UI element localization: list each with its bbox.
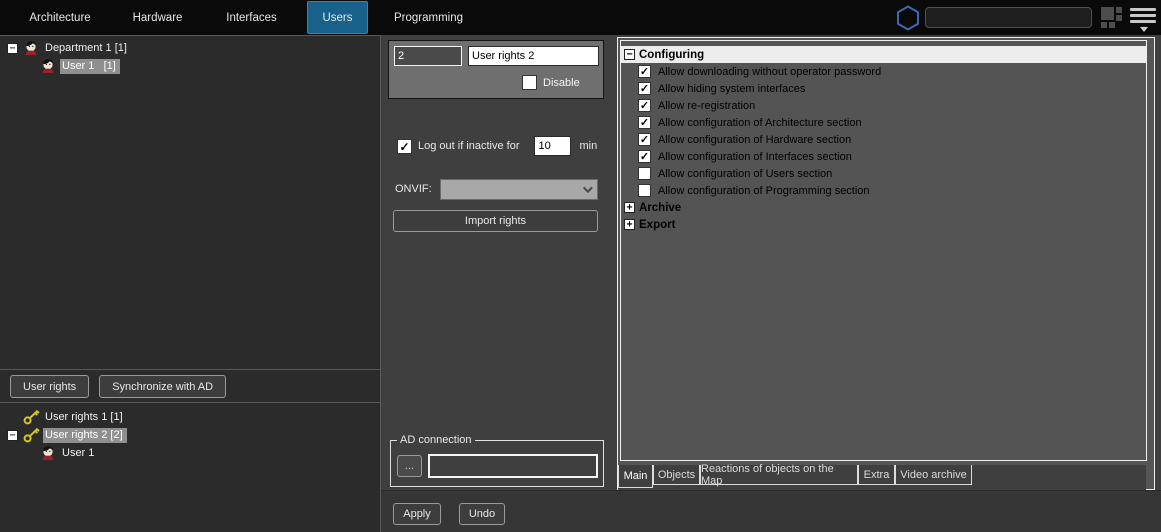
tree-item[interactable]: User 1 [1] (0, 57, 380, 75)
object-header-box: Disable (388, 40, 604, 99)
rights-tab-main[interactable]: Main (618, 465, 653, 488)
permission-group-row[interactable]: −Configuring (621, 46, 1146, 63)
apply-button[interactable]: Apply (393, 503, 441, 525)
permission-checkbox[interactable]: ✓ (638, 99, 651, 112)
nav-tab-hardware[interactable]: Hardware (115, 0, 200, 35)
synchronize-with-ad-button[interactable]: Synchronize with AD (99, 375, 226, 398)
collapse-icon[interactable]: − (7, 43, 18, 54)
permission-checkbox[interactable]: ✓ (638, 150, 651, 163)
permission-label: Allow configuration of Interfaces sectio… (658, 151, 852, 163)
permission-row[interactable]: ✓ Allow hiding system interfaces (621, 80, 1146, 97)
rights-tab-reactions-of-objects-on-the-map[interactable]: Reactions of objects on the Map (700, 465, 858, 485)
permission-row[interactable]: ✓ Allow re-registration (621, 97, 1146, 114)
permission-label: Allow configuration of Users section (658, 168, 832, 180)
permission-group-row[interactable]: + Export (621, 216, 1146, 233)
user-icon (40, 445, 57, 461)
expand-icon[interactable]: + (624, 219, 635, 230)
ad-connection-label: AD connection (397, 434, 475, 446)
department-icon (23, 40, 40, 56)
permission-label: Allow configuration of Hardware section (658, 134, 851, 146)
permission-label: Allow configuration of Programming secti… (658, 185, 870, 197)
permission-group-label: Configuring (639, 49, 704, 61)
permissions-tree: −Configuring ✓ Allow downloading without o… (620, 40, 1147, 461)
undo-button[interactable]: Undo (459, 503, 505, 525)
rights-tab-objects[interactable]: Objects (653, 465, 700, 485)
permission-label: Allow re-registration (658, 100, 755, 112)
rights-tab-strip: MainObjectsReactions of objects on the M… (618, 465, 1146, 490)
nav-tab-architecture[interactable]: Architecture (16, 0, 104, 35)
permission-row[interactable]: ✓ Allow configuration of Architecture sec… (621, 114, 1146, 131)
minutes-unit-label: min (580, 140, 598, 152)
onvif-label: ONVIF: (395, 183, 432, 195)
collapse-icon[interactable]: − (7, 430, 18, 441)
nav-tab-programming[interactable]: Programming (383, 0, 474, 35)
permission-group-label: Archive (639, 202, 681, 214)
user-rights-button[interactable]: User rights (10, 375, 89, 398)
tree-item[interactable]: User 1 (0, 444, 380, 462)
object-name-field[interactable] (468, 46, 599, 66)
app-logo-hexagon-icon (895, 5, 921, 31)
tree-item[interactable]: − Department 1 [1] (0, 39, 380, 57)
disable-checkbox[interactable] (522, 75, 537, 90)
chevron-down-icon (583, 183, 593, 193)
onvif-dropdown[interactable] (440, 179, 598, 200)
disable-label: Disable (543, 77, 580, 89)
permission-label: Allow configuration of Architecture sect… (658, 117, 862, 129)
permission-row[interactable]: ✓ Allow configuration of Hardware section (621, 131, 1146, 148)
permission-row[interactable]: Allow configuration of Users section (621, 165, 1146, 182)
permission-group-label: Export (639, 219, 675, 231)
top-navigation-bar: Architecture Hardware Interfaces Users Progr… (0, 0, 1161, 35)
left-panel: − Department 1 [1] User 1 [1] User rights … (0, 35, 381, 532)
ad-browse-button[interactable]: ... (397, 455, 422, 477)
permission-checkbox[interactable]: ✓ (638, 133, 651, 146)
rights-tab-video-archive[interactable]: Video archive (895, 465, 972, 485)
tree-item-label[interactable]: User 1 [1] (60, 59, 120, 74)
ad-connection-group: AD connection ... (390, 440, 604, 487)
ad-connection-field[interactable] (428, 454, 598, 478)
permission-checkbox[interactable]: ✓ (638, 116, 651, 129)
inactive-minutes-field[interactable] (534, 136, 571, 156)
tree-item-label[interactable]: User 1 (60, 446, 98, 461)
permission-group-row[interactable]: + Archive (621, 199, 1146, 216)
permission-checkbox[interactable]: ✓ (638, 65, 651, 78)
tree-item[interactable]: − User rights 2 [2] (0, 426, 380, 444)
left-button-bar: User rights Synchronize with AD (0, 371, 380, 403)
nav-tab-interfaces[interactable]: Interfaces (209, 0, 294, 35)
user-icon (40, 58, 57, 74)
collapse-icon[interactable]: − (624, 49, 635, 60)
tree-item-label[interactable]: Department 1 [1] (43, 41, 131, 56)
permission-checkbox[interactable] (638, 184, 651, 197)
rights-tab-extra[interactable]: Extra (858, 465, 895, 485)
object-id-field[interactable] (394, 46, 462, 66)
expand-icon[interactable]: + (624, 202, 635, 213)
permission-row[interactable]: Allow configuration of Programming secti… (621, 182, 1146, 199)
search-input[interactable] (925, 7, 1092, 28)
nav-tab-users[interactable]: Users (307, 1, 368, 34)
permission-checkbox[interactable]: ✓ (638, 82, 651, 95)
main-menu-hamburger-icon[interactable] (1130, 8, 1156, 28)
key-icon (23, 427, 40, 443)
user-rights-tree: User rights 1 [1] − User rights 2 [2] User … (0, 404, 380, 532)
permission-checkbox[interactable] (638, 167, 651, 180)
key-icon (23, 409, 40, 425)
tree-item-label[interactable]: User rights 2 [2] (43, 428, 127, 443)
layouts-grid-icon[interactable] (1101, 7, 1122, 28)
logout-inactive-checkbox[interactable]: ✓ (397, 139, 412, 154)
tree-item[interactable]: User rights 1 [1] (0, 408, 380, 426)
departments-tree: − Department 1 [1] User 1 [1] (0, 36, 380, 370)
permission-label: Allow downloading without operator passw… (658, 66, 881, 78)
rights-tab-control: −Configuring ✓ Allow downloading without o… (617, 37, 1155, 490)
import-rights-button[interactable]: Import rights (393, 210, 598, 232)
permission-row[interactable]: ✓ Allow downloading without operator pass… (621, 63, 1146, 80)
logout-inactive-label: Log out if inactive for (418, 140, 520, 152)
tree-item-label[interactable]: User rights 1 [1] (43, 410, 127, 425)
permission-label: Allow hiding system interfaces (658, 83, 805, 95)
permission-row[interactable]: ✓ Allow configuration of Interfaces secti… (621, 148, 1146, 165)
